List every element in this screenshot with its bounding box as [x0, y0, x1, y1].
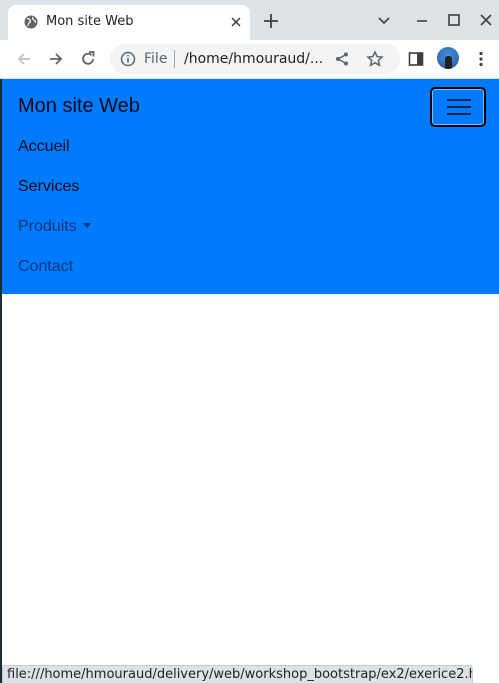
nav-dropdown-produits[interactable]: Produits	[18, 218, 91, 236]
avatar[interactable]	[437, 47, 459, 69]
info-icon[interactable]	[120, 51, 136, 67]
side-panel-icon[interactable]	[407, 50, 425, 68]
maximize-icon[interactable]	[445, 11, 463, 29]
site-navbar: Mon site Web Accueil Services Produits C…	[2, 79, 499, 294]
kebab-menu-icon[interactable]	[472, 50, 490, 68]
scheme-label: File	[144, 51, 168, 67]
navbar-brand[interactable]: Mon site Web	[18, 95, 140, 118]
browser-tab[interactable]: Mon site Web	[8, 5, 250, 40]
hamburger-icon-bar-middle	[447, 106, 471, 108]
navbar-toggler-button[interactable]	[430, 87, 486, 127]
nav-link-services[interactable]: Services	[18, 178, 79, 196]
nav-link-contact[interactable]: Contact	[18, 258, 73, 276]
nav-dropdown-label: Produits	[18, 218, 77, 235]
caret-down-icon	[82, 223, 91, 228]
address-bar[interactable]: File /home/hmouraud/...	[110, 44, 400, 74]
reload-icon[interactable]	[79, 50, 97, 68]
status-bar-url: file:///home/hmouraud/delivery/web/works…	[2, 665, 473, 683]
browser-toolbar: File /home/hmouraud/...	[0, 40, 499, 79]
hamburger-icon-bar-top	[447, 99, 471, 101]
omnibox-divider	[174, 50, 175, 68]
nav-link-accueil[interactable]: Accueil	[18, 138, 70, 156]
tab-title: Mon site Web	[46, 14, 134, 29]
browser-titlebar: Mon site Web	[0, 0, 499, 40]
new-tab-icon[interactable]	[262, 12, 280, 30]
star-icon[interactable]	[366, 50, 384, 68]
share-icon[interactable]	[334, 51, 350, 67]
globe-icon	[24, 15, 38, 29]
url-text[interactable]: /home/hmouraud/...	[184, 51, 323, 67]
hamburger-icon-bar-bottom	[447, 113, 471, 115]
tab-close-icon[interactable]	[228, 14, 244, 30]
back-icon[interactable]	[15, 50, 33, 68]
minimize-icon[interactable]	[413, 11, 431, 29]
avatar-figure	[445, 56, 452, 69]
close-icon[interactable]	[477, 11, 495, 29]
forward-icon[interactable]	[47, 50, 65, 68]
chevron-down-icon[interactable]	[375, 11, 393, 29]
